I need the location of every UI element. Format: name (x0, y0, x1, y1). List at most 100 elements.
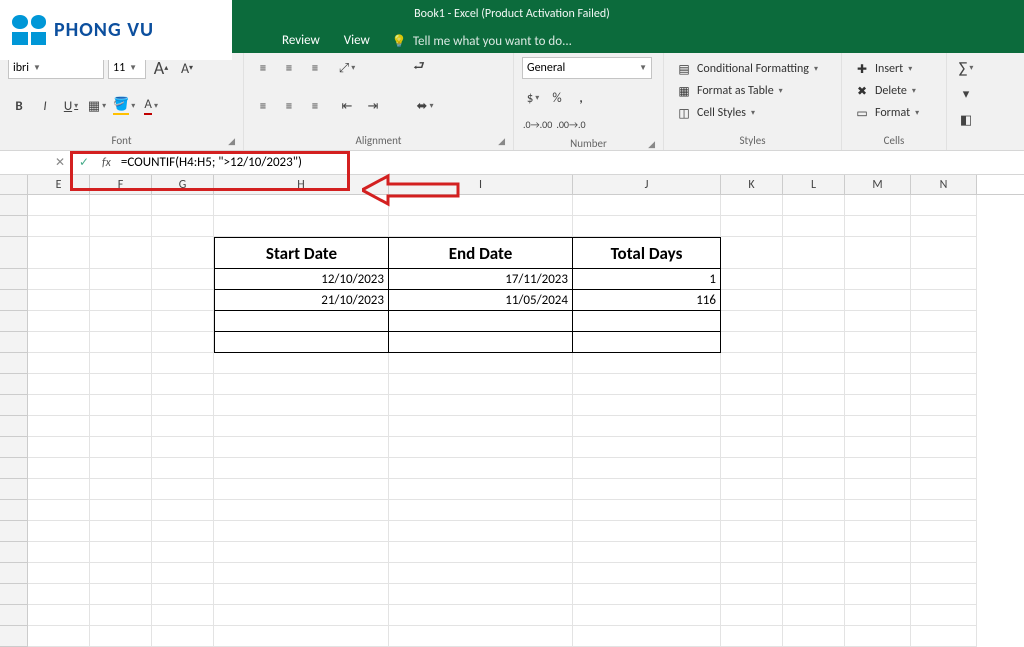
fill-button[interactable]: ▾ (955, 83, 977, 105)
cell[interactable] (845, 626, 911, 647)
underline-button[interactable]: U▾ (60, 95, 82, 117)
row-header[interactable] (0, 542, 28, 563)
cell[interactable] (152, 216, 214, 237)
cell[interactable] (721, 458, 783, 479)
cell[interactable] (389, 584, 573, 605)
row-header[interactable] (0, 437, 28, 458)
cell[interactable] (911, 395, 977, 416)
cell[interactable] (573, 216, 721, 237)
cell[interactable] (28, 353, 90, 374)
clear-button[interactable]: ◧ (955, 109, 977, 131)
cell[interactable] (214, 216, 389, 237)
cell[interactable] (721, 416, 783, 437)
cell[interactable] (389, 437, 573, 458)
cell[interactable] (389, 374, 573, 395)
cell[interactable] (911, 542, 977, 563)
cell[interactable] (389, 395, 573, 416)
cell[interactable] (721, 605, 783, 626)
row-header[interactable] (0, 311, 28, 332)
cell[interactable] (28, 563, 90, 584)
cell[interactable] (389, 216, 573, 237)
cell[interactable] (721, 374, 783, 395)
cell[interactable] (573, 584, 721, 605)
cell[interactable] (28, 626, 90, 647)
cell[interactable] (90, 374, 152, 395)
cell[interactable] (28, 584, 90, 605)
cell[interactable] (783, 269, 845, 290)
cell[interactable] (152, 500, 214, 521)
cell[interactable] (152, 353, 214, 374)
autosum-button[interactable]: ∑▾ (955, 57, 977, 79)
cell[interactable] (783, 374, 845, 395)
cell[interactable] (28, 605, 90, 626)
cell[interactable] (721, 216, 783, 237)
cell[interactable] (911, 311, 977, 332)
cell[interactable] (214, 458, 389, 479)
cell[interactable] (845, 269, 911, 290)
decrease-indent-button[interactable]: ⇤ (336, 95, 358, 117)
format-button[interactable]: ▭ Format▾ (850, 103, 938, 123)
cell[interactable] (90, 542, 152, 563)
cell[interactable] (721, 542, 783, 563)
font-color-button[interactable]: A▾ (140, 95, 162, 117)
fx-label[interactable]: fx (96, 156, 117, 170)
cell[interactable] (214, 542, 389, 563)
increase-decimal-button[interactable]: .0→.00 (522, 113, 553, 135)
cell[interactable] (214, 563, 389, 584)
cell[interactable] (783, 605, 845, 626)
cell[interactable] (783, 542, 845, 563)
cell[interactable] (214, 395, 389, 416)
cell[interactable] (152, 416, 214, 437)
row-header[interactable] (0, 195, 28, 216)
cell[interactable] (28, 237, 90, 269)
cell[interactable] (721, 626, 783, 647)
cell[interactable] (152, 437, 214, 458)
wrap-text-button[interactable]: ⮐ (408, 57, 430, 79)
cell[interactable] (152, 290, 214, 311)
cell[interactable] (783, 311, 845, 332)
cell[interactable] (911, 195, 977, 216)
cell[interactable] (783, 500, 845, 521)
column-header-G[interactable]: G (152, 175, 214, 194)
cell[interactable] (783, 479, 845, 500)
cell[interactable] (573, 374, 721, 395)
cell[interactable]: Total Days (573, 237, 721, 269)
cell[interactable] (90, 216, 152, 237)
cell[interactable] (845, 437, 911, 458)
cell[interactable] (783, 353, 845, 374)
cell[interactable] (28, 479, 90, 500)
cell[interactable] (911, 584, 977, 605)
cell[interactable] (389, 195, 573, 216)
merge-center-button[interactable]: ⬌▾ (414, 95, 436, 117)
cell[interactable] (573, 479, 721, 500)
cell[interactable] (152, 237, 214, 269)
cell[interactable] (721, 332, 783, 353)
cell[interactable] (214, 605, 389, 626)
cell[interactable]: End Date (389, 237, 573, 269)
cell[interactable] (845, 216, 911, 237)
cell[interactable] (90, 311, 152, 332)
cell[interactable] (721, 311, 783, 332)
decrease-decimal-button[interactable]: .00→.0 (555, 113, 586, 135)
cell[interactable] (783, 195, 845, 216)
row-header[interactable] (0, 395, 28, 416)
row-header[interactable] (0, 269, 28, 290)
cell[interactable] (389, 311, 573, 332)
cell[interactable] (721, 479, 783, 500)
cell[interactable]: 17/11/2023 (389, 269, 573, 290)
row-header[interactable] (0, 605, 28, 626)
comma-format-button[interactable]: , (570, 87, 592, 109)
cell[interactable] (783, 395, 845, 416)
cell[interactable] (721, 237, 783, 269)
tell-me-search[interactable]: 💡 Tell me what you want to do... (382, 30, 582, 53)
cell[interactable]: 11/05/2024 (389, 290, 573, 311)
borders-button[interactable]: ▦▾ (86, 95, 108, 117)
cell[interactable] (721, 269, 783, 290)
cell[interactable] (845, 311, 911, 332)
row-header[interactable] (0, 332, 28, 353)
cell[interactable] (90, 500, 152, 521)
cell[interactable] (783, 290, 845, 311)
cell[interactable] (90, 332, 152, 353)
cell[interactable] (845, 563, 911, 584)
cell[interactable] (214, 626, 389, 647)
